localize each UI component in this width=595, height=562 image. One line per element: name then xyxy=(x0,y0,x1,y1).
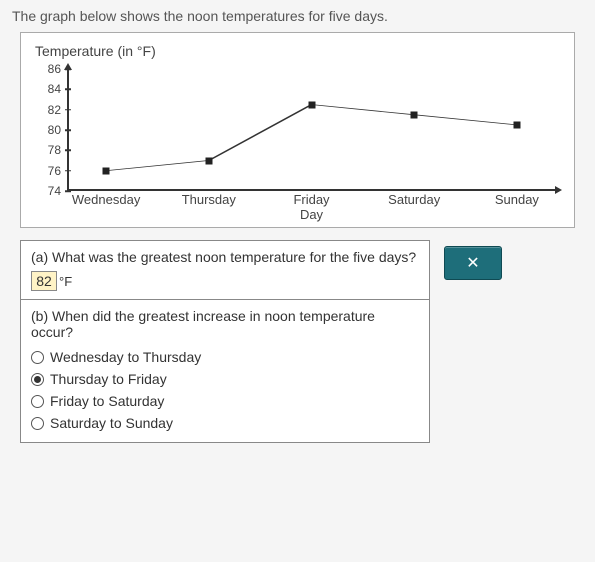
y-tick-label: 84 xyxy=(43,82,67,96)
prompt-text: The graph below shows the noon temperatu… xyxy=(12,8,583,24)
close-icon: ✕ xyxy=(466,253,479,273)
radio-option[interactable]: Thursday to Friday xyxy=(31,368,419,390)
chart-container: Temperature (in °F) 74767880828486 Day W… xyxy=(20,32,575,228)
x-tick-label: Saturday xyxy=(388,193,440,207)
data-point xyxy=(308,101,315,108)
x-axis-labels: Day Wednesday Thursday Friday Saturday Sunda… xyxy=(67,193,556,221)
radio-icon xyxy=(31,351,44,364)
y-tick-label: 74 xyxy=(43,184,67,198)
data-point xyxy=(103,167,110,174)
radio-option[interactable]: Friday to Saturday xyxy=(31,390,419,412)
radio-option[interactable]: Saturday to Sunday xyxy=(31,412,419,434)
x-tick-label: Friday xyxy=(293,193,329,207)
data-point xyxy=(513,121,520,128)
answer-a-input[interactable]: 82 xyxy=(31,271,57,291)
x-axis-title: Day xyxy=(300,207,323,222)
x-tick-label: Wednesday xyxy=(72,193,140,207)
x-tick-label: Sunday xyxy=(495,193,539,207)
plot-area xyxy=(67,69,556,191)
question-a: (a) What was the greatest noon temperatu… xyxy=(21,241,429,300)
y-axis-ticks: 74767880828486 xyxy=(45,69,67,191)
radio-option[interactable]: Wednesday to Thursday xyxy=(31,346,419,368)
radio-label: Saturday to Sunday xyxy=(50,415,173,431)
y-tick-label: 76 xyxy=(43,164,67,178)
radio-icon xyxy=(31,373,44,386)
close-button[interactable]: ✕ xyxy=(444,246,502,280)
answer-a-unit: °F xyxy=(59,274,72,289)
y-tick-label: 80 xyxy=(43,123,67,137)
x-tick-label: Thursday xyxy=(182,193,236,207)
radio-label: Friday to Saturday xyxy=(50,393,164,409)
question-a-text: (a) What was the greatest noon temperatu… xyxy=(31,249,419,265)
radio-icon xyxy=(31,395,44,408)
radio-label: Wednesday to Thursday xyxy=(50,349,201,365)
question-b-text: (b) When did the greatest increase in no… xyxy=(31,308,419,340)
y-tick-label: 78 xyxy=(43,143,67,157)
chart-area: 74767880828486 Day WednesdayThursdayFrid… xyxy=(45,61,560,221)
chart-title: Temperature (in °F) xyxy=(35,43,560,59)
data-point xyxy=(411,111,418,118)
data-point xyxy=(205,157,212,164)
question-table: (a) What was the greatest noon temperatu… xyxy=(20,240,430,443)
question-b: (b) When did the greatest increase in no… xyxy=(21,300,429,442)
radio-label: Thursday to Friday xyxy=(50,371,167,387)
radio-icon xyxy=(31,417,44,430)
chart-lines xyxy=(67,69,556,191)
y-tick-label: 82 xyxy=(43,103,67,117)
